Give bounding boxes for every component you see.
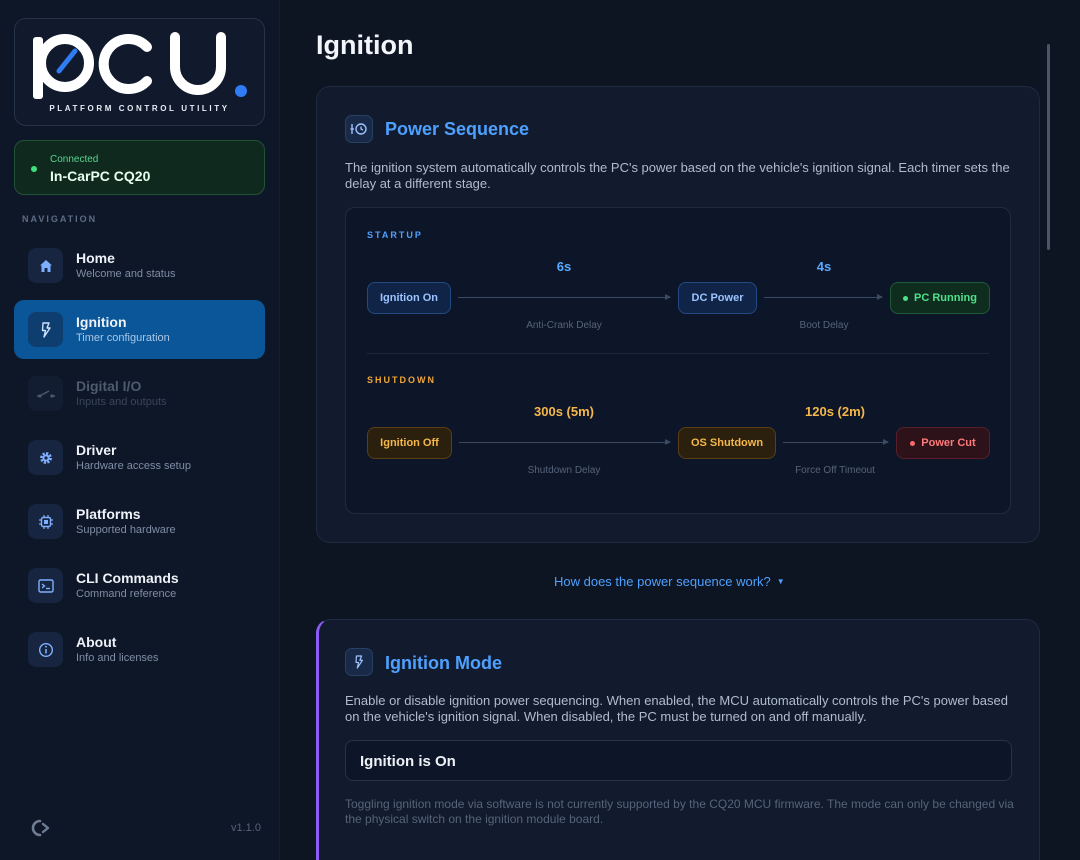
node-label: Ignition On bbox=[379, 292, 439, 304]
bolt-icon bbox=[345, 648, 373, 676]
node-label: PC Running bbox=[914, 292, 977, 304]
sidebar-item-label: Ignition bbox=[76, 314, 127, 330]
how-it-works-toggle[interactable]: How does the power sequence work? ▼ bbox=[554, 574, 785, 589]
sidebar-item-driver[interactable]: Driver Hardware access setup bbox=[14, 428, 265, 487]
how-it-works-label: How does the power sequence work? bbox=[554, 574, 771, 589]
app-logo: PLATFORM CONTROL UTILITY bbox=[14, 18, 265, 126]
node-power-cut: Power Cut bbox=[896, 427, 990, 459]
sidebar-item-sublabel: Timer configuration bbox=[76, 332, 170, 344]
force-off-caption: Force Off Timeout bbox=[795, 465, 875, 476]
connected-dot-icon bbox=[31, 166, 37, 172]
app-version: v1.1.0 bbox=[231, 822, 261, 834]
ignition-mode-card: Ignition Mode Enable or disable ignition… bbox=[316, 619, 1040, 860]
sidebar-item-label: About bbox=[76, 634, 117, 650]
section-divider bbox=[367, 353, 989, 354]
sidebar-item-sublabel: Inputs and outputs bbox=[76, 396, 167, 408]
connection-status: Connected In-CarPC CQ20 bbox=[14, 140, 265, 195]
sidebar-item-sublabel: Command reference bbox=[76, 588, 177, 600]
scrollbar[interactable] bbox=[1047, 44, 1050, 250]
sidebar-item-label: CLI Commands bbox=[76, 570, 179, 586]
sidebar-item-sublabel: Hardware access setup bbox=[76, 460, 191, 472]
ignition-mode-note: Toggling ignition mode via software is n… bbox=[345, 797, 1014, 826]
status-dot-icon bbox=[910, 440, 916, 446]
page-title: Ignition bbox=[316, 30, 414, 60]
device-name: In-CarPC CQ20 bbox=[50, 168, 151, 184]
sidebar: PLATFORM CONTROL UTILITY Connected In-Ca… bbox=[0, 0, 280, 860]
sidebar-item-sublabel: Info and licenses bbox=[76, 652, 159, 664]
boot-delay-time: 4s bbox=[816, 259, 832, 274]
node-ignition-off: Ignition Off bbox=[367, 427, 452, 459]
disconnect-icon[interactable] bbox=[26, 818, 52, 838]
sidebar-item-label: Home bbox=[76, 250, 115, 266]
status-dot-icon bbox=[903, 295, 909, 301]
ignition-mode-title: Ignition Mode bbox=[385, 653, 502, 673]
home-icon bbox=[28, 248, 63, 283]
node-pc-running: PC Running bbox=[890, 282, 990, 314]
power-sequence-title: Power Sequence bbox=[385, 119, 530, 139]
sidebar-item-digital-io[interactable]: Digital I/O Inputs and outputs bbox=[14, 364, 265, 423]
main-content: Ignition Power Sequence The ignition sys… bbox=[280, 0, 1080, 860]
shutdown-delay-time: 300s (5m) bbox=[534, 404, 594, 419]
ignition-mode-description: Enable or disable ignition power sequenc… bbox=[345, 693, 1008, 724]
sidebar-item-home[interactable]: Home Welcome and status bbox=[14, 236, 265, 295]
boot-delay-caption: Boot Delay bbox=[799, 320, 849, 331]
ignition-status: Ignition is On bbox=[360, 753, 456, 770]
node-dc-power: DC Power bbox=[678, 282, 757, 314]
node-ignition-on: Ignition On bbox=[367, 282, 451, 314]
shutdown-label: SHUTDOWN bbox=[367, 375, 436, 385]
startup-arrow bbox=[458, 294, 671, 300]
nav-header: NAVIGATION bbox=[22, 214, 98, 224]
connection-label: Connected bbox=[50, 154, 99, 165]
terminal-icon bbox=[28, 568, 63, 603]
startup-label: STARTUP bbox=[367, 230, 423, 240]
gear-icon bbox=[28, 440, 63, 475]
sidebar-item-cli-commands[interactable]: CLI Commands Command reference bbox=[14, 556, 265, 615]
node-label: OS Shutdown bbox=[690, 437, 764, 449]
sidebar-item-label: Driver bbox=[76, 442, 117, 458]
chip-icon bbox=[28, 504, 63, 539]
ignition-status-box: Ignition is On bbox=[345, 740, 1012, 781]
power-sequence-description: The ignition system automatically contro… bbox=[345, 160, 1010, 191]
shutdown-arrow bbox=[783, 439, 889, 445]
caret-down-icon: ▼ bbox=[776, 577, 785, 586]
bolt-icon bbox=[28, 312, 63, 347]
info-icon bbox=[28, 632, 63, 667]
sidebar-item-label: Digital I/O bbox=[76, 378, 142, 394]
shutdown-arrow bbox=[459, 439, 671, 445]
power-sequence-card: Power Sequence The ignition system autom… bbox=[316, 86, 1040, 543]
switch-icon bbox=[28, 376, 63, 411]
shutdown-delay-caption: Shutdown Delay bbox=[527, 465, 601, 476]
node-os-shutdown: OS Shutdown bbox=[678, 427, 776, 459]
sidebar-item-sublabel: Supported hardware bbox=[76, 524, 176, 536]
sidebar-item-sublabel: Welcome and status bbox=[76, 268, 176, 280]
sidebar-item-ignition[interactable]: Ignition Timer configuration bbox=[14, 300, 265, 359]
pcu-logo-icon bbox=[33, 32, 247, 99]
timer-icon bbox=[345, 115, 373, 143]
anti-crank-time: 6s bbox=[556, 259, 572, 274]
sequence-diagram: STARTUP 6s 4s Ignition On DC Power PC Ru… bbox=[345, 207, 1011, 514]
logo-subtitle: PLATFORM CONTROL UTILITY bbox=[49, 104, 230, 113]
force-off-time: 120s (2m) bbox=[805, 404, 865, 419]
node-label: Ignition Off bbox=[380, 437, 439, 449]
sidebar-item-label: Platforms bbox=[76, 506, 141, 522]
startup-arrow bbox=[764, 294, 883, 300]
node-label: Power Cut bbox=[921, 437, 976, 449]
node-label: DC Power bbox=[691, 292, 744, 304]
anti-crank-caption: Anti-Crank Delay bbox=[526, 320, 602, 331]
sidebar-item-about[interactable]: About Info and licenses bbox=[14, 620, 265, 679]
sidebar-item-platforms[interactable]: Platforms Supported hardware bbox=[14, 492, 265, 551]
